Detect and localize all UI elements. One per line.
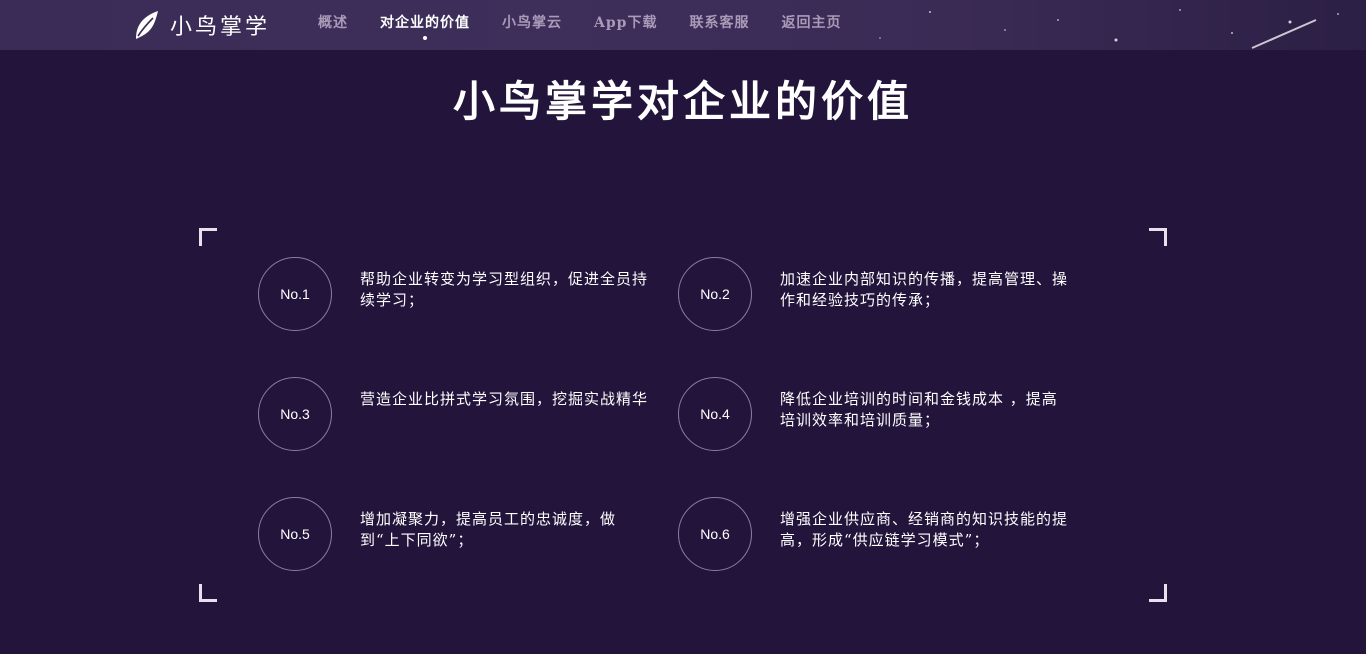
number-badge: No.3 bbox=[258, 377, 332, 451]
nav-item-contact-support[interactable]: 联系客服 bbox=[689, 0, 749, 46]
nav-item-label: 概述 bbox=[318, 15, 348, 31]
nav-item-label: 返回主页 bbox=[781, 15, 842, 31]
bird-feather-icon bbox=[136, 11, 158, 39]
value-description: 增加凝聚力，提高员工的忠诚度，做到“上下同欲”； bbox=[360, 510, 617, 549]
page-title: 小鸟掌学对企业的价值 bbox=[452, 77, 913, 126]
value-item-2: No.2 加速企业内部知识的传播，提高管理、操作和经验技巧的传承； bbox=[678, 257, 1078, 333]
nav-item-home[interactable]: 返回主页 bbox=[781, 0, 841, 46]
value-description: 加速企业内部知识的传播，提高管理、操作和经验技巧的传承； bbox=[780, 270, 1069, 309]
nav-item-label: 对企业的价值 bbox=[380, 15, 470, 31]
number-badge: No.1 bbox=[258, 257, 332, 331]
nav-item-app-download[interactable]: App下载 bbox=[594, 0, 657, 46]
top-navigation-bar: 小鸟掌学 概述 对企业的价值 小鸟掌云 App下载 联系客服 返回主页 bbox=[0, 0, 1366, 50]
frame-corner-top-right bbox=[1149, 228, 1167, 246]
nav-item-cloud[interactable]: 小鸟掌云 bbox=[502, 0, 562, 46]
frame-corner-top-left bbox=[199, 228, 217, 246]
main-nav: 概述 对企业的价值 小鸟掌云 App下载 联系客服 返回主页 bbox=[318, 0, 873, 50]
number-badge: No.6 bbox=[678, 497, 752, 571]
value-item-1: No.1 帮助企业转变为学习型组织，促进全员持续学习； bbox=[258, 257, 658, 333]
value-description: 降低企业培训的时间和金钱成本 ，提高培训效率和培训质量； bbox=[780, 390, 1058, 429]
nav-item-label: App下载 bbox=[594, 15, 658, 31]
active-indicator-dot bbox=[423, 36, 427, 40]
brand-name: 小鸟掌学 bbox=[170, 15, 271, 40]
value-item-5: No.5 增加凝聚力，提高员工的忠诚度，做到“上下同欲”； bbox=[258, 497, 658, 573]
nav-item-overview[interactable]: 概述 bbox=[318, 0, 348, 46]
number-badge: No.2 bbox=[678, 257, 752, 331]
number-badge: No.4 bbox=[678, 377, 752, 451]
nav-item-label: 联系客服 bbox=[689, 15, 750, 31]
brand-logo[interactable]: 小鸟掌学 bbox=[132, 8, 270, 42]
value-item-6: No.6 增强企业供应商、经销商的知识技能的提高，形成“供应链学习模式”； bbox=[678, 497, 1078, 573]
number-badge: No.5 bbox=[258, 497, 332, 571]
nav-item-label: 小鸟掌云 bbox=[502, 15, 562, 31]
value-item-4: No.4 降低企业培训的时间和金钱成本 ，提高培训效率和培训质量； bbox=[678, 377, 1078, 453]
frame-corner-bottom-left bbox=[199, 584, 217, 602]
value-description: 营造企业比拼式学习氛围，挖掘实战精华 bbox=[360, 390, 649, 408]
value-item-3: No.3 营造企业比拼式学习氛围，挖掘实战精华 bbox=[258, 377, 658, 453]
frame-corner-bottom-right bbox=[1149, 584, 1167, 602]
value-description: 增强企业供应商、经销商的知识技能的提高，形成“供应链学习模式”； bbox=[780, 510, 1069, 549]
nav-item-enterprise-value[interactable]: 对企业的价值 bbox=[380, 0, 470, 46]
value-description: 帮助企业转变为学习型组织，促进全员持续学习； bbox=[360, 270, 649, 309]
